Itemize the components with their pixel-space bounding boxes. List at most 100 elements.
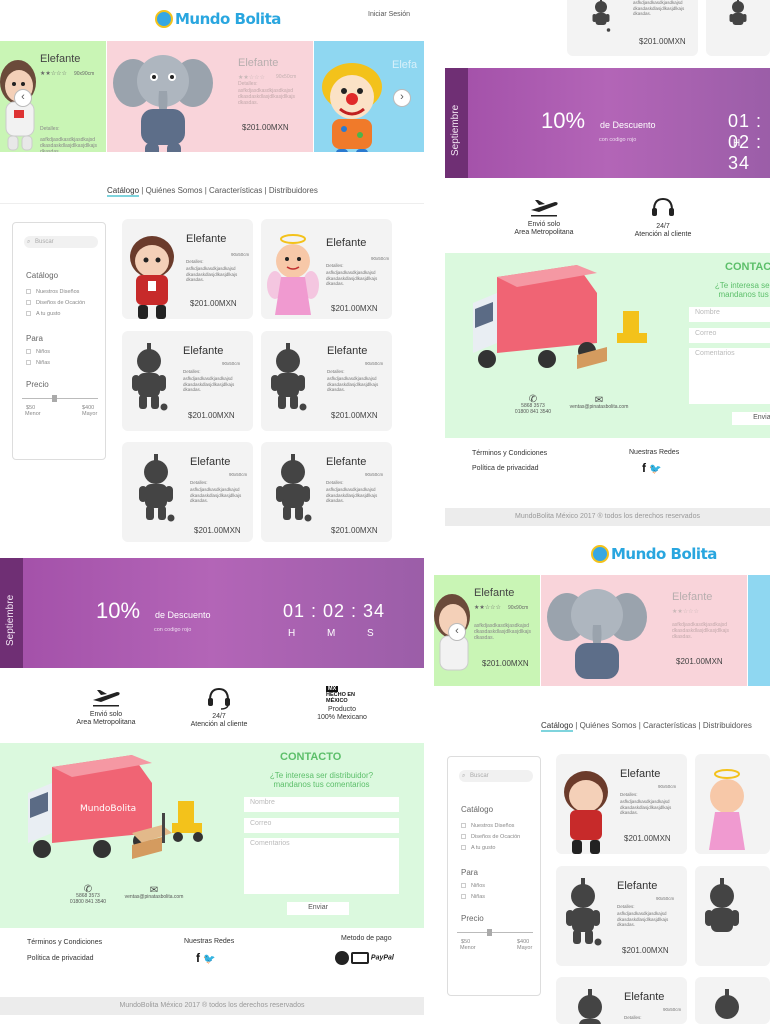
name-field[interactable]: Nombre [689,307,770,322]
logo[interactable]: Mundo Bolita [591,545,717,563]
timer-hours-label: H [288,628,296,639]
silhouette-icon [271,343,307,411]
checkbox[interactable] [26,289,31,294]
paypal-icon: PayPal [370,954,394,962]
filter-ninos[interactable]: Niños [26,349,50,355]
nav-catalogo[interactable]: Catálogo [541,721,574,732]
filter-ninos[interactable]: Niños [461,883,485,889]
slider-next-button[interactable]: › [393,89,411,107]
product-card[interactable] [695,866,770,966]
product-name: Elefante [326,237,367,249]
product-card[interactable]: Elefante 90x50cm Detalles: asfkdjasdkasd… [261,331,392,431]
checkbox[interactable] [26,349,31,354]
product-card[interactable]: Elefante 90x50cm Detalles: asfkdjasdkasd… [261,219,392,319]
product-card[interactable]: Elefante 90x50cm Detalles: asfkdjasdkasd… [122,442,253,542]
facebook-icon[interactable]: f [196,951,200,965]
silhouette-icon [592,0,611,32]
silhouette-icon [566,878,602,946]
price-slider-track[interactable] [457,929,533,936]
product-card[interactable]: asfkdjasdkasdkjasdkajsd dkasdaskdlasjdlk… [567,0,698,56]
slide-2[interactable]: Elefante ★★☆☆☆ asfkdjasdkasdkjasdkajsd d… [541,575,747,686]
comments-field[interactable]: Comentarios [244,838,399,894]
slide-details: asfkdjasdkasdkjasdkajsd dkasdaskdlasjdlk… [40,137,97,152]
twitter-icon[interactable]: 🐦 [649,464,661,475]
terms-link[interactable]: Términos y Condiciones [27,939,102,946]
clown-doll-image [322,63,382,152]
twitter-icon[interactable]: 🐦 [203,954,215,965]
filter-a-tu-gusto[interactable]: A tu gusto [26,311,60,317]
slide-3[interactable] [748,575,770,686]
checkbox[interactable] [461,883,466,888]
product-card[interactable]: Elefante 90x50cm Detalles: asfkdjasdkasd… [556,754,687,854]
contact-title: CONTACTO [280,751,342,763]
email-block[interactable]: ✉ ventas@pinatasbolita.com [563,396,635,411]
checkbox[interactable] [26,360,31,365]
filter-disenos-ocacion[interactable]: Diseños de Ocación [26,300,85,306]
promo-banner: Septiembre 10% de Descuento con codigo r… [0,558,424,668]
logo[interactable]: Mundo Bolita [155,10,281,28]
nav-caracteristicas[interactable]: Características [643,721,696,730]
email-field[interactable]: Correo [689,328,770,343]
slider-prev-button[interactable]: ‹ [14,89,32,107]
price-slider-handle[interactable] [52,395,58,402]
nav-quienes-somos[interactable]: Quiénes Somos [580,721,637,730]
product-size: 90x50cm [222,361,241,366]
price-slider-track[interactable] [22,395,98,402]
filter-disenos-ocacion[interactable]: Diseños de Ocación [461,834,520,840]
slide-2[interactable]: Elefante ★★☆☆☆ 90x50cm Detalles: asfkdja… [107,41,313,152]
price-slider-handle[interactable] [487,929,493,936]
filter-a-tu-gusto[interactable]: A tu gusto [461,845,495,851]
product-card[interactable]: Elefante 90x50cm Detalles: asfkdjasdkasd… [122,219,253,319]
product-card[interactable] [695,977,770,1024]
name-field[interactable]: Nombre [244,797,399,812]
feature-support: 24/7 Atención al cliente [627,196,699,239]
checkbox[interactable] [461,834,466,839]
product-name: Elefante [620,768,661,780]
doll-icon [564,771,608,854]
checkbox[interactable] [461,894,466,899]
terms-link[interactable]: Términos y Condiciones [472,450,547,457]
slider-prev-button[interactable]: ‹ [448,623,466,641]
filter-ninas[interactable]: Niñas [26,360,50,366]
nav-distribuidores[interactable]: Distribuidores [703,721,752,730]
send-button[interactable]: Enviar [732,412,770,425]
checkbox[interactable] [26,300,31,305]
nav-caracteristicas[interactable]: Características [209,186,262,195]
copyright-bar: MundoBolita México 2017 ® todos los dere… [445,508,770,526]
search-input[interactable]: ⌕ Buscar [459,770,533,782]
silhouette-icon [132,343,168,411]
nav-distribuidores[interactable]: Distribuidores [269,186,318,195]
product-card[interactable] [706,0,770,56]
comments-field[interactable]: Comentarios [689,348,770,404]
product-price: $201.00MXN [331,526,378,535]
product-card[interactable] [695,754,770,854]
main-nav: Catálogo | Quiénes Somos | Característic… [541,721,752,732]
promo-subtext: con codigo rojo [599,137,637,143]
checkbox[interactable] [461,823,466,828]
search-input[interactable]: ⌕ Buscar [24,236,98,248]
product-details-label: Detalles: [326,263,344,268]
checkbox[interactable] [26,311,31,316]
nav-catalogo[interactable]: Catálogo [107,186,140,197]
email-field[interactable]: Correo [244,818,399,833]
product-card[interactable]: Elefante 90x50cm Detalles: asfkdjasdkasd… [261,442,392,542]
email-block[interactable]: ✉ ventas@pinatasbolita.com [118,886,190,901]
send-button[interactable]: Enviar [287,902,349,915]
checkbox[interactable] [461,845,466,850]
product-card[interactable]: Elefante 90x50cm Detalles: asfkdjasdkasd… [122,331,253,431]
product-card[interactable]: Elefante 90x50cm Detalles: [556,977,687,1024]
filter-nuestros-disenos[interactable]: Nuestros Diseños [461,823,514,829]
privacy-link[interactable]: Política de privacidad [27,955,94,962]
nav-quienes-somos[interactable]: Quiénes Somos [146,186,203,195]
rating-stars: ★★☆☆☆ [672,609,699,615]
product-details-label: Detalles: [186,259,204,264]
privacy-link[interactable]: Política de privacidad [472,465,539,472]
filter-ninas[interactable]: Niñas [461,894,485,900]
login-link[interactable]: Iniciar Sesión [368,11,410,18]
coin-stack-icon [335,951,349,965]
filter-nuestros-disenos[interactable]: Nuestros Diseños [26,289,79,295]
slide-price: $201.00MXN [482,659,529,668]
facebook-icon[interactable]: f [642,461,646,475]
product-card[interactable]: Elefante 90x50cm Detalles: asfkdjasdkasd… [556,866,687,966]
product-price: $201.00MXN [639,37,686,46]
